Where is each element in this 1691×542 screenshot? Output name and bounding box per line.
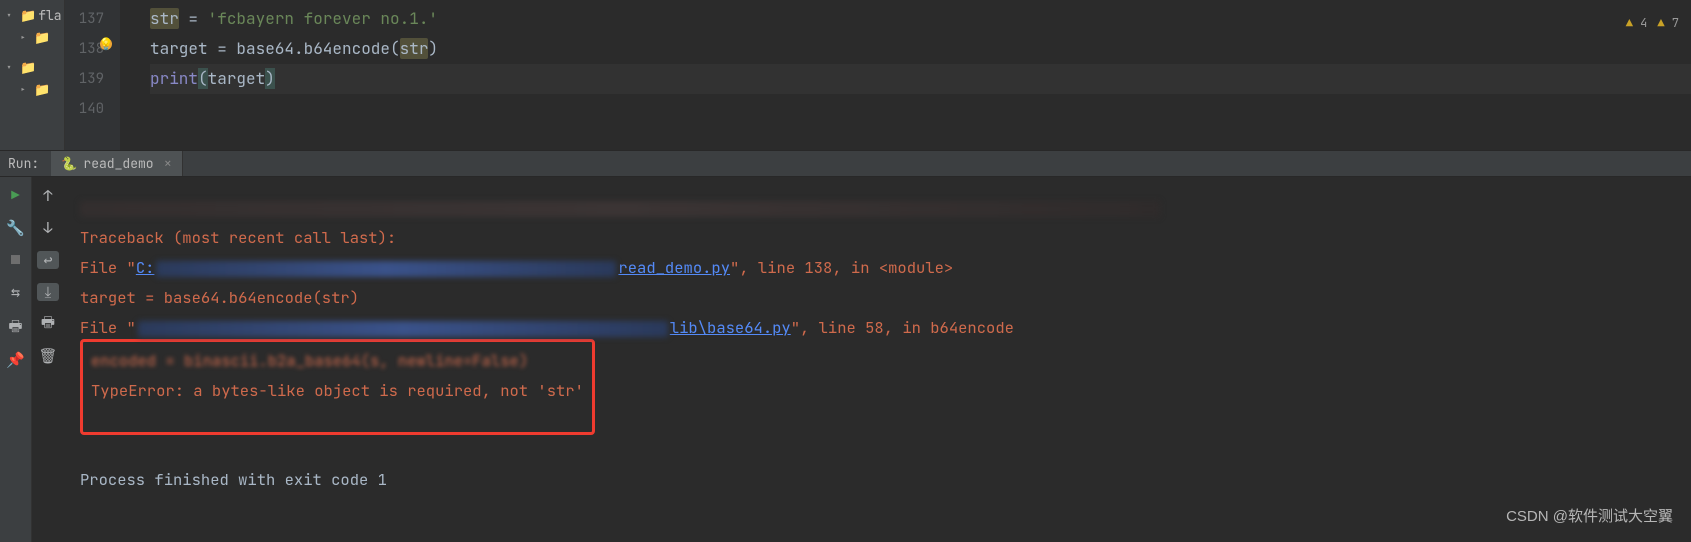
run-tab-label: read_demo bbox=[83, 155, 153, 172]
chevron-right-icon[interactable]: ▸ bbox=[20, 83, 32, 96]
error-message: TypeError: a bytes-like object is requir… bbox=[91, 380, 584, 401]
wrench-icon[interactable]: 🔧 bbox=[7, 219, 25, 237]
stop-button[interactable]: ■ bbox=[7, 251, 25, 269]
folder-icon: 📁 bbox=[34, 81, 50, 98]
text-caret: ) bbox=[265, 68, 275, 89]
warning-count: 4 bbox=[1633, 15, 1647, 31]
folder-icon: 📁 bbox=[34, 29, 50, 46]
warning-icon: ▲ bbox=[1626, 15, 1633, 31]
exit-status: Process finished with exit code 1 bbox=[80, 465, 387, 495]
file-link[interactable]: C: bbox=[136, 257, 155, 278]
chevron-down-icon[interactable]: ▾ bbox=[6, 61, 18, 74]
print-icon[interactable]: 🖶 bbox=[37, 315, 59, 333]
intention-bulb-icon[interactable]: 💡 bbox=[100, 38, 112, 50]
run-gutter-right: ↑ ↓ ↩ ⤓ 🖶 🗑 bbox=[32, 177, 64, 542]
tree-label: fla bbox=[38, 7, 61, 24]
folder-icon: 📁 bbox=[20, 7, 36, 24]
run-gutter-left: ▶ 🔧 ■ ⇆ 🖶 📌 bbox=[0, 177, 32, 542]
pin-icon[interactable]: 📌 bbox=[7, 351, 25, 369]
traceback-line: File "C:read_demo.py", line 138, in <mod… bbox=[80, 253, 1675, 283]
rerun-button[interactable]: ▶ bbox=[7, 187, 25, 205]
line-number: 140 bbox=[65, 94, 104, 124]
chevron-down-icon[interactable]: ▾ bbox=[6, 9, 18, 22]
scroll-up-icon[interactable]: ↑ bbox=[37, 187, 59, 205]
traceback-header: Traceback (most recent call last): bbox=[80, 223, 1675, 253]
code-line[interactable]: str = 'fcbayern forever no.1.' bbox=[150, 4, 1691, 34]
code-line[interactable]: print(target) bbox=[150, 64, 1691, 94]
print-icon[interactable]: 🖶 bbox=[7, 319, 25, 337]
run-label: Run: bbox=[0, 155, 51, 172]
traceback-line: target = base64.b64encode(str) bbox=[80, 283, 1675, 313]
redacted-path bbox=[156, 261, 616, 277]
editor-pane: ▾ 📁 fla ▸ 📁 ▾ 📁 ▸ 📁 137 138 139 140 ▲ 4 … bbox=[0, 0, 1691, 150]
project-tree[interactable]: ▾ 📁 fla ▸ 📁 ▾ 📁 ▸ 📁 bbox=[0, 0, 65, 150]
line-gutter: 137 138 139 140 bbox=[65, 0, 120, 150]
warning-count: 7 bbox=[1665, 15, 1679, 31]
highlighted-error: encoded = binascii.b2a_base64(s, newline… bbox=[80, 339, 595, 435]
redacted-path bbox=[138, 321, 668, 337]
soft-wrap-button[interactable]: ↩ bbox=[37, 251, 59, 269]
line-number: 139 bbox=[65, 64, 104, 94]
run-tool-window: ▶ 🔧 ■ ⇆ 🖶 📌 ↑ ↓ ↩ ⤓ 🖶 🗑 Traceback (most … bbox=[0, 177, 1691, 542]
folder-icon: 📁 bbox=[20, 59, 36, 76]
watermark: CSDN @软件测试大空翼 bbox=[1506, 502, 1673, 532]
redacted-line bbox=[80, 201, 1160, 217]
trash-icon[interactable]: 🗑 bbox=[37, 347, 59, 365]
tree-row[interactable]: ▾ 📁 bbox=[0, 56, 64, 78]
file-link[interactable]: read_demo.py bbox=[618, 257, 730, 278]
run-toolbar: Run: 🐍 read_demo × bbox=[0, 150, 1691, 177]
warning-icon: ▲ bbox=[1657, 15, 1664, 31]
scroll-to-end-button[interactable]: ⤓ bbox=[37, 283, 59, 301]
python-icon: 🐍 bbox=[61, 155, 77, 172]
layout-icon[interactable]: ⇆ bbox=[7, 283, 25, 301]
file-link[interactable]: lib\base64.py bbox=[670, 317, 791, 338]
scroll-down-icon[interactable]: ↓ bbox=[37, 219, 59, 237]
inspection-badges[interactable]: ▲ 4 ▲ 7 bbox=[1626, 8, 1679, 38]
console-output[interactable]: Traceback (most recent call last): File … bbox=[64, 177, 1691, 542]
code-line[interactable] bbox=[150, 94, 1691, 124]
close-icon[interactable]: × bbox=[164, 155, 172, 173]
traceback-line: encoded = binascii.b2a_base64(s, newline… bbox=[80, 343, 1675, 435]
tree-row[interactable]: ▾ 📁 fla bbox=[0, 4, 64, 26]
run-tab[interactable]: 🐍 read_demo × bbox=[51, 151, 183, 176]
chevron-right-icon[interactable]: ▸ bbox=[20, 31, 32, 44]
code-editor[interactable]: ▲ 4 ▲ 7 💡 str = 'fcbayern forever no.1.'… bbox=[120, 0, 1691, 150]
tree-row[interactable]: ▸ 📁 bbox=[0, 78, 64, 100]
code-line[interactable]: target = base64.b64encode(str) bbox=[150, 34, 1691, 64]
tree-row[interactable]: ▸ 📁 bbox=[0, 26, 64, 48]
